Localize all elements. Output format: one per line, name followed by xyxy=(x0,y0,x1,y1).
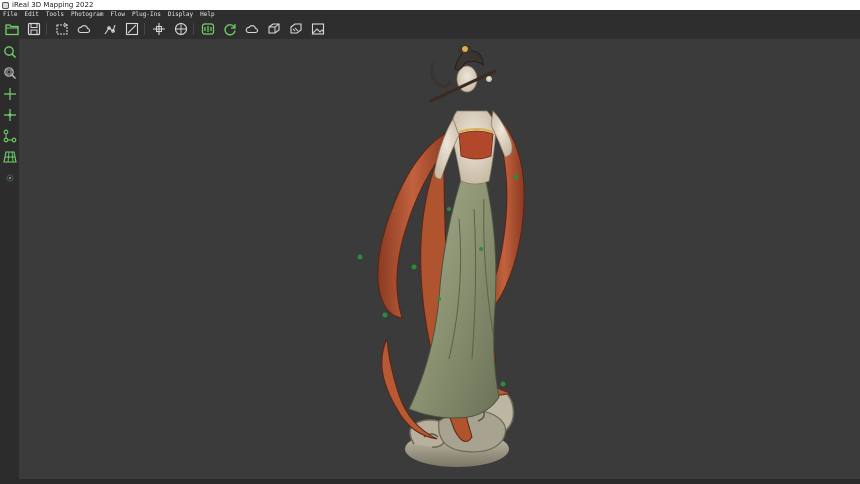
toolbar-separator xyxy=(193,23,194,35)
texture-button[interactable] xyxy=(288,21,304,37)
main-toolbar xyxy=(0,19,860,39)
cloud-button[interactable] xyxy=(76,21,92,37)
menu-tools[interactable]: Tools xyxy=(46,10,64,19)
window-title: iReal 3D Mapping 2022 xyxy=(12,1,94,9)
point-cloud-icon xyxy=(245,25,259,34)
grid-icon xyxy=(2,150,17,163)
model-icon xyxy=(268,23,280,34)
transform-icon xyxy=(153,23,165,35)
align-button[interactable] xyxy=(200,21,216,37)
grid-button[interactable] xyxy=(1,148,18,165)
texture-icon xyxy=(290,23,302,34)
import-icon xyxy=(56,22,68,35)
menu-file[interactable]: File xyxy=(3,10,17,19)
zoom-button[interactable] xyxy=(1,43,18,60)
app-logo-icon xyxy=(2,1,9,9)
menu-bar: File Edit Tools Photogram Flow Plug-Ins … xyxy=(0,10,860,19)
left-toolbar xyxy=(0,39,19,484)
node-graph-button[interactable] xyxy=(1,127,18,144)
target-icon xyxy=(174,22,188,36)
zoom-fit-button[interactable] xyxy=(1,64,18,81)
mesh-edit-icon xyxy=(104,24,116,35)
mesh-edit-button[interactable] xyxy=(102,21,118,37)
model-button[interactable] xyxy=(266,21,282,37)
save-button[interactable] xyxy=(26,21,42,37)
crosshair-dot-icon xyxy=(3,108,16,121)
statue-torso xyxy=(434,110,513,185)
open-folder-button[interactable] xyxy=(4,21,20,37)
record-icon xyxy=(6,174,13,181)
node-graph-icon xyxy=(3,129,16,142)
image-button[interactable] xyxy=(310,21,326,37)
align-icon xyxy=(201,23,215,35)
app-window: iReal 3D Mapping 2022 File Edit Tools Ph… xyxy=(0,0,860,484)
import-button[interactable] xyxy=(54,21,70,37)
menu-plugins[interactable]: Plug-Ins xyxy=(132,10,161,19)
title-bar: iReal 3D Mapping 2022 xyxy=(0,0,860,10)
status-bar xyxy=(0,479,860,484)
ruler-button[interactable] xyxy=(124,21,140,37)
save-icon xyxy=(27,22,41,36)
crosshair-dot-button[interactable] xyxy=(1,106,18,123)
toolbar-separator xyxy=(144,23,145,35)
point-cloud-button[interactable] xyxy=(244,21,260,37)
ruler-icon xyxy=(125,22,139,36)
zoom-icon xyxy=(3,45,16,58)
refresh-button[interactable] xyxy=(222,21,238,37)
toolbar-separator xyxy=(46,23,47,35)
menu-flow[interactable]: Flow xyxy=(110,10,124,19)
statue-model-render xyxy=(357,44,525,467)
record-button[interactable] xyxy=(1,169,18,186)
cloud-icon xyxy=(77,25,91,34)
image-icon xyxy=(311,23,325,35)
statue-head xyxy=(429,44,497,103)
menu-photogram[interactable]: Photogram xyxy=(71,10,104,19)
menu-edit[interactable]: Edit xyxy=(24,10,38,19)
crosshair-icon xyxy=(3,87,16,100)
menu-display[interactable]: Display xyxy=(168,10,193,19)
zoom-fit-icon xyxy=(3,66,16,79)
transform-button[interactable] xyxy=(151,21,167,37)
menu-help[interactable]: Help xyxy=(200,10,214,19)
crosshair-button[interactable] xyxy=(1,85,18,102)
refresh-icon xyxy=(224,24,236,36)
3d-viewport[interactable] xyxy=(19,39,860,479)
target-button[interactable] xyxy=(173,21,189,37)
open-folder-icon xyxy=(5,24,19,36)
